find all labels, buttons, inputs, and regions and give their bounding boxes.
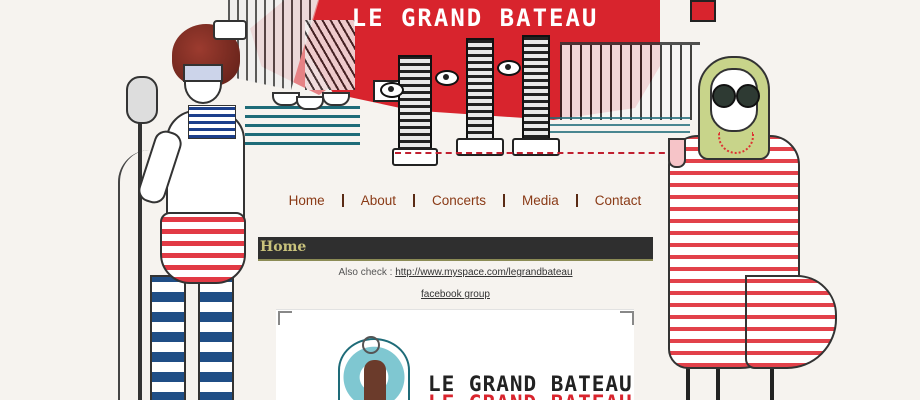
frame-corner [278, 311, 292, 325]
tower-illustration [398, 55, 432, 159]
wine-glass-icon [668, 138, 686, 168]
striped-leg [150, 275, 186, 400]
sailor-collar [188, 105, 236, 139]
main-nav: Home About Concerts Media Contact [270, 190, 660, 210]
page-title: Home [260, 239, 307, 255]
eye-icon [435, 70, 459, 86]
page: LE GRAND BATEAU Home About Concerts Medi… [0, 0, 920, 400]
facebook-group-link[interactable]: facebook group [258, 289, 653, 300]
mic-stand [138, 120, 142, 400]
glasses-icon [183, 64, 223, 82]
also-check-line: Also check : http://www.myspace.com/legr… [258, 267, 653, 278]
nav-about[interactable]: About [344, 193, 413, 208]
goggles-icon [736, 84, 760, 108]
nav-concerts[interactable]: Concerts [415, 193, 503, 208]
frame-corner [620, 311, 634, 325]
nav-contact[interactable]: Contact [578, 193, 659, 208]
striped-shorts [160, 212, 246, 284]
gift-box-illustration [690, 0, 716, 22]
gear-icon [362, 336, 380, 354]
microphone-icon [126, 76, 158, 124]
nav-media[interactable]: Media [505, 193, 576, 208]
eye-icon [497, 60, 521, 76]
logo-text-shadow: LE GRAND BATEAU [428, 391, 633, 400]
tower-illustration [522, 35, 550, 147]
striped-leg [198, 275, 234, 400]
building-illustration-right [560, 42, 700, 120]
tower-illustration [466, 38, 494, 150]
tower-base [392, 148, 438, 166]
myspace-link[interactable]: http://www.myspace.com/legrandbateau [395, 267, 572, 278]
also-check-label: Also check : [338, 267, 396, 278]
boat-icon [296, 96, 324, 110]
goggles-icon [712, 84, 736, 108]
eye-icon [380, 82, 404, 98]
site-title: LE GRAND BATEAU [351, 4, 599, 32]
nav-home[interactable]: Home [272, 193, 342, 208]
figure-silhouette [364, 360, 386, 400]
sailor-hat-icon [213, 20, 247, 40]
boat-icon [322, 92, 350, 106]
striped-dress-knees [745, 275, 837, 369]
dashed-path-decoration [395, 152, 675, 154]
content-title-bar [258, 237, 653, 261]
